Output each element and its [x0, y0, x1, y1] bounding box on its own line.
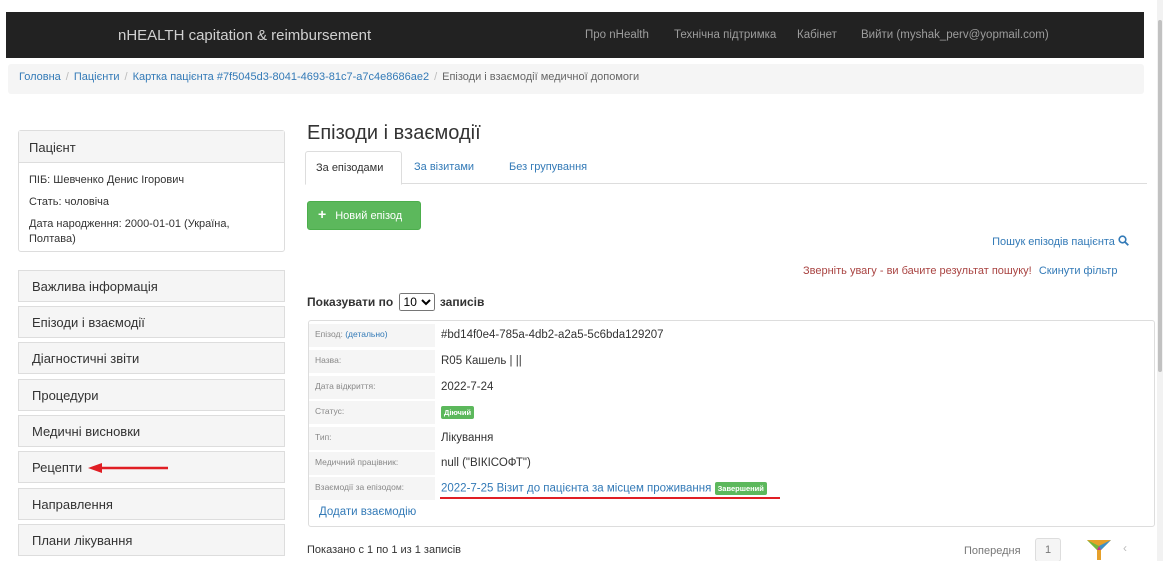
reset-filter-link[interactable]: Скинути фільтр: [1039, 265, 1118, 277]
red-arrow-annotation: [88, 463, 168, 473]
top-navbar: nHEALTH capitation & reimbursement Про n…: [6, 12, 1144, 58]
breadcrumb-home[interactable]: Головна: [19, 71, 61, 83]
episode-worker-row: Медичний працівник: null ("ВІКІСОФТ"): [309, 452, 1154, 475]
patient-birth-line2: Полтава): [29, 233, 76, 245]
episode-name-label: Назва:: [309, 350, 435, 373]
patient-birth-line1: Дата народження: 2000-01-01 (Україна,: [29, 218, 230, 230]
episode-status-label: Статус:: [309, 401, 435, 424]
nav-cabinet-link[interactable]: Кабінет: [797, 29, 837, 41]
episode-id-value: #bd14f0e4-785a-4db2-a2a5-5c6bda129207: [441, 329, 664, 341]
yii-logo-icon: [1087, 540, 1111, 560]
new-episode-label: Новий епізод: [335, 210, 403, 222]
episode-worker-label: Медичний працівник:: [309, 452, 435, 475]
nav-support-link[interactable]: Технічна підтримка: [674, 29, 776, 41]
search-notice-warning: Зверніть увагу - ви бачите результат пош…: [803, 265, 1032, 277]
brand-title[interactable]: nHEALTH capitation & reimbursement: [118, 27, 371, 44]
pagination-next[interactable]: ‹: [1123, 541, 1127, 555]
episode-id-label-cell: Епізод: (детально): [309, 324, 435, 347]
patient-panel-heading: Пацієнт: [19, 131, 284, 163]
episode-interactions-cell: 2022-7-25 Візит до пацієнта за місцем пр…: [441, 482, 767, 495]
search-episodes-link[interactable]: Пошук епізодів пацієнта: [992, 235, 1129, 248]
episode-details-link[interactable]: (детально): [345, 329, 387, 339]
sidebar-item-procedures[interactable]: Процедури: [18, 379, 285, 411]
page-title: Епізоди і взаємодії: [307, 122, 481, 144]
page-size-prefix: Показувати по: [307, 295, 394, 309]
breadcrumb-separator: /: [124, 71, 128, 83]
breadcrumb-patient-card[interactable]: Картка пацієнта #7f5045d3-8041-4693-81c7…: [133, 71, 430, 83]
episode-status-cell: Діючий: [441, 406, 475, 419]
breadcrumb-patients[interactable]: Пацієнти: [74, 71, 120, 83]
episode-open-date-value: 2022-7-24: [441, 381, 494, 393]
patient-birth: Дата народження: 2000-01-01 (Україна, По…: [29, 217, 274, 247]
patient-panel: Пацієнт ПІБ: Шевченко Денис Ігорович Ста…: [18, 130, 285, 252]
episode-open-date-row: Дата відкриття: 2022-7-24: [309, 376, 1154, 399]
new-episode-button[interactable]: + Новий епізод: [307, 201, 421, 230]
episode-type-label: Тип:: [309, 427, 435, 450]
nav-logout-link[interactable]: Вийти (myshak_perv@yopmail.com): [861, 29, 1049, 41]
patient-name: ПІБ: Шевченко Денис Ігорович: [29, 174, 185, 186]
page-size-control: Показувати по 10 записів: [307, 293, 484, 311]
red-underline-annotation: [440, 497, 780, 499]
episode-worker-value: null ("ВІКІСОФТ"): [441, 457, 531, 469]
sidebar-item-episodes[interactable]: Епізоди і взаємодії: [18, 306, 285, 338]
breadcrumb: Головна / Пацієнти / Картка пацієнта #7f5045…: [8, 64, 1144, 94]
sidebar-item-important-info[interactable]: Важлива інформація: [18, 270, 285, 302]
episode-details-table: Епізод: (детально) #bd14f0e4-785a-4db2-a…: [308, 320, 1155, 527]
episode-interactions-label: Взаємодії за епізодом:: [309, 477, 435, 500]
nav-about-link[interactable]: Про nHealth: [585, 29, 649, 41]
patient-gender: Стать: чоловіча: [29, 196, 110, 208]
search-notice: Зверніть увагу - ви бачите результат пош…: [803, 265, 1117, 277]
breadcrumb-separator: /: [65, 71, 69, 83]
add-interaction-link[interactable]: Додати взаємодію: [319, 506, 416, 518]
episode-id-row: Епізод: (детально) #bd14f0e4-785a-4db2-a…: [309, 324, 1154, 347]
episode-name-row: Назва: R05 Кашель | ||: [309, 350, 1154, 373]
status-badge-active: Діючий: [441, 406, 475, 419]
episode-type-row: Тип: Лікування: [309, 427, 1154, 450]
sidebar-item-diagnostic-reports[interactable]: Діагностичні звіти: [18, 342, 285, 374]
search-episodes-label: Пошук епізодів пацієнта: [992, 236, 1115, 248]
tab-by-episodes[interactable]: За епізодами: [305, 151, 402, 185]
pagination-previous[interactable]: Попередня: [964, 545, 1021, 557]
search-icon: [1118, 235, 1129, 246]
scrollbar-thumb[interactable]: [1158, 20, 1162, 372]
breadcrumb-separator: /: [434, 71, 438, 83]
table-info: Показано с 1 по 1 из 1 записів: [307, 544, 461, 556]
episode-status-row: Статус: Діючий: [309, 401, 1154, 424]
sidebar-item-care-plans[interactable]: Плани лікування: [18, 524, 285, 556]
plus-icon: +: [318, 206, 327, 222]
status-badge-completed: Завершений: [714, 482, 767, 495]
episode-type-value: Лікування: [441, 432, 494, 444]
episode-name-value: R05 Кашель | ||: [441, 355, 522, 367]
pagination-page-1[interactable]: 1: [1035, 538, 1061, 561]
interaction-link[interactable]: 2022-7-25 Візит до пацієнта за місцем пр…: [441, 483, 711, 495]
breadcrumb-current: Епізоди і взаємодії медичної допомоги: [442, 71, 640, 83]
sidebar-item-referrals[interactable]: Направлення: [18, 488, 285, 520]
tab-by-visits[interactable]: За візитами: [404, 151, 484, 185]
tab-no-grouping[interactable]: Без групування: [499, 151, 597, 185]
episode-id-label: Епізод:: [315, 329, 343, 339]
episode-open-date-label: Дата відкриття:: [309, 376, 435, 399]
patient-panel-body: ПІБ: Шевченко Денис Ігорович Стать: чоло…: [19, 163, 284, 264]
page-size-suffix: записів: [439, 295, 485, 309]
page-size-select[interactable]: 10: [398, 293, 435, 311]
sidebar-item-medical-conclusions[interactable]: Медичні висновки: [18, 415, 285, 447]
tab-bar: За епізодами За візитами Без групування: [305, 151, 1147, 185]
